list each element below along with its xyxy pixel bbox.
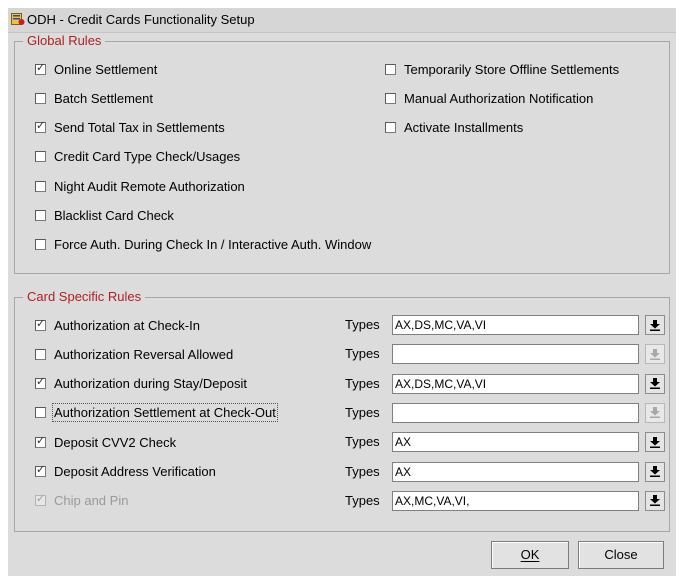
global-rule-checkbox[interactable] (385, 92, 396, 104)
global-rule-row[interactable]: Credit Card Type Check/Usages (35, 148, 240, 166)
types-dropdown-button[interactable] (645, 315, 665, 335)
global-rule-row[interactable]: Activate Installments (385, 119, 523, 137)
card-rule-label: Deposit Address Verification (54, 464, 216, 479)
global-rule-checkbox[interactable] (385, 63, 396, 75)
title-bar[interactable]: ODH - Credit Cards Functionality Setup (8, 8, 676, 33)
card-rule-checkbox[interactable] (35, 463, 46, 477)
window-title: ODH - Credit Cards Functionality Setup (27, 12, 255, 27)
card-rule-row[interactable]: Authorization Reversal Allowed (35, 345, 233, 363)
global-rule-label: Send Total Tax in Settlements (54, 120, 225, 136)
card-rule-label: Deposit CVV2 Check (54, 434, 177, 450)
types-field[interactable]: AX (392, 461, 639, 482)
types-label: Types (345, 375, 380, 391)
global-rule-label: Activate Installments (404, 120, 524, 136)
global-rule-label: Manual Authorization Notification (404, 90, 594, 106)
app-icon (11, 13, 25, 25)
download-arrow-icon (650, 407, 660, 419)
close-button-label: Close (604, 547, 638, 562)
global-rule-label: Blacklist Card Check (54, 208, 174, 223)
card-rules-legend: Card Specific Rules (23, 289, 146, 304)
card-rule-label: Authorization Settlement at Check-Out (52, 403, 278, 423)
types-field[interactable]: AX (392, 432, 639, 453)
card-rule-checkbox (35, 492, 46, 507)
types-dropdown-button[interactable] (645, 432, 665, 453)
types-field[interactable]: AX,DS,MC,VA,VI (392, 315, 639, 335)
download-arrow-icon (650, 378, 660, 390)
global-rule-row[interactable]: Manual Authorization Notification (385, 89, 593, 107)
types-field[interactable] (392, 402, 639, 423)
global-rule-checkbox[interactable] (35, 210, 46, 221)
global-rule-checkbox[interactable] (35, 239, 46, 251)
global-rules-legend: Global Rules (23, 33, 106, 48)
global-rule-checkbox[interactable] (35, 61, 46, 75)
global-rule-row[interactable]: Online Settlement (35, 60, 157, 78)
global-rule-checkbox[interactable] (35, 180, 46, 192)
global-rule-row[interactable]: Send Total Tax in Settlements (35, 119, 225, 137)
card-rule-row[interactable]: Deposit CVV2 Check (35, 433, 176, 451)
card-rule-row: Chip and Pin (35, 492, 128, 510)
card-rule-row[interactable]: Authorization at Check-In (35, 316, 200, 334)
card-rule-row[interactable]: Authorization during Stay/Deposit (35, 375, 247, 393)
card-rule-label: Authorization during Stay/Deposit (54, 376, 247, 392)
types-label: Types (345, 317, 380, 332)
types-field[interactable] (392, 344, 639, 365)
types-dropdown-button[interactable] (645, 490, 665, 511)
card-rule-label: Chip and Pin (54, 493, 129, 509)
global-rule-checkbox[interactable] (385, 122, 396, 134)
global-rule-checkbox[interactable] (35, 92, 46, 104)
card-rule-checkbox[interactable] (35, 407, 46, 419)
global-rule-label: Temporarily Store Offline Settlements (404, 61, 620, 77)
types-label: Types (345, 463, 380, 479)
ok-button-label: OK (520, 547, 540, 562)
global-rule-label: Online Settlement (54, 61, 158, 77)
download-arrow-icon (650, 495, 660, 507)
global-rule-checkbox[interactable] (35, 151, 46, 163)
ok-button[interactable]: OK (491, 541, 569, 569)
global-rule-label: Credit Card Type Check/Usages (54, 149, 241, 165)
global-rule-label: Batch Settlement (54, 90, 153, 106)
types-field[interactable]: AX,DS,MC,VA,VI (392, 373, 639, 394)
card-rule-checkbox[interactable] (35, 317, 46, 331)
global-rule-row[interactable]: Force Auth. During Check In / Interactiv… (35, 236, 371, 254)
types-label: Types (345, 346, 380, 362)
global-rules-group: Global Rules Online Settlement Batch Sett… (14, 33, 670, 274)
card-rules-group: Card Specific Rules Authorization at Che… (14, 289, 670, 532)
global-rule-row[interactable]: Blacklist Card Check (35, 207, 174, 225)
download-arrow-icon (650, 466, 660, 477)
types-dropdown-button[interactable] (645, 461, 665, 482)
card-rule-label: Authorization Reversal Allowed (54, 346, 234, 362)
types-label: Types (345, 434, 380, 450)
types-label: Types (345, 404, 380, 420)
card-rule-row[interactable]: Deposit Address Verification (35, 463, 216, 481)
card-rule-checkbox[interactable] (35, 434, 46, 448)
types-dropdown-button[interactable] (645, 402, 665, 423)
download-arrow-icon (650, 348, 660, 360)
global-rule-checkbox[interactable] (35, 119, 46, 134)
card-rule-checkbox[interactable] (35, 375, 46, 390)
global-rule-label: Night Audit Remote Authorization (54, 178, 245, 194)
dialog-window: ODH - Credit Cards Functionality Setup G… (8, 8, 676, 576)
close-button[interactable]: Close (578, 541, 664, 569)
types-dropdown-button[interactable] (645, 373, 665, 394)
card-rule-checkbox[interactable] (35, 348, 46, 360)
global-rule-row[interactable]: Batch Settlement (35, 89, 153, 107)
global-rule-row[interactable]: Night Audit Remote Authorization (35, 177, 245, 195)
download-arrow-icon (650, 436, 660, 448)
types-field[interactable]: AX,MC,VA,VI, (392, 490, 639, 511)
global-rule-label: Force Auth. During Check In / Interactiv… (54, 237, 372, 253)
types-label: Types (345, 492, 380, 508)
types-dropdown-button[interactable] (645, 344, 665, 365)
card-rule-label: Authorization at Check-In (54, 317, 200, 333)
download-arrow-icon (650, 319, 660, 331)
card-rule-row[interactable]: Authorization Settlement at Check-Out (35, 403, 278, 423)
global-rule-row[interactable]: Temporarily Store Offline Settlements (385, 60, 619, 78)
